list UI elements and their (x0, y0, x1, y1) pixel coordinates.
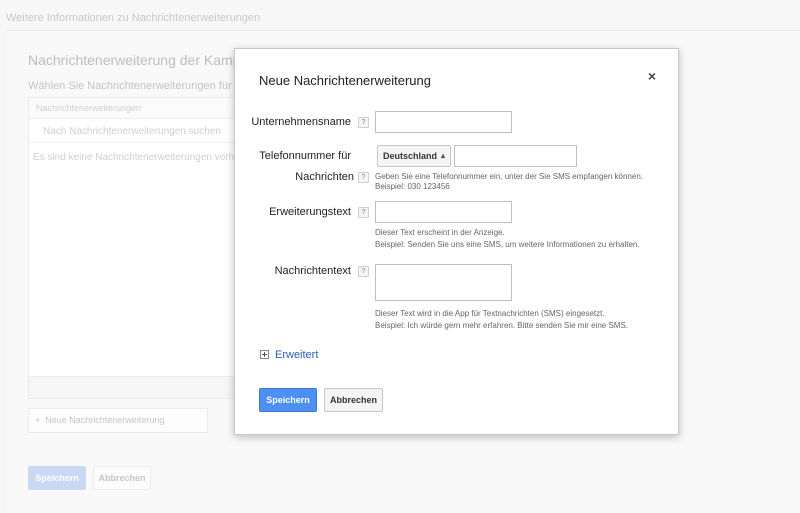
help-icon[interactable]: ? (358, 117, 369, 128)
extension-text-input[interactable] (375, 201, 512, 223)
cancel-button[interactable]: Abbrechen (324, 388, 383, 412)
message-example: Beispiel: Ich würde gern mehr erfahren. … (375, 321, 629, 330)
new-extension-label: Neue Nachrichtenerweiterung (45, 415, 165, 425)
help-icon[interactable]: ? (358, 172, 369, 183)
background-save-button[interactable]: Speichern (28, 466, 86, 490)
new-extension-button[interactable]: + Neue Nachrichtenerweiterung (28, 408, 208, 433)
country-select[interactable]: Deutschland ▴ (377, 145, 451, 167)
dialog-title: Neue Nachrichtenerweiterung (259, 73, 431, 88)
close-icon[interactable]: × (648, 68, 656, 84)
background-cancel-button[interactable]: Abbrechen (93, 466, 151, 490)
page-subtitle: Wählen Sie Nachrichtenerweiterungen für … (28, 80, 255, 92)
phone-number-input[interactable] (454, 145, 577, 167)
advanced-toggle[interactable]: Erweitert (260, 349, 318, 361)
help-icon[interactable]: ? (358, 266, 369, 277)
save-button[interactable]: Speichern (259, 388, 317, 412)
message-text-label: Nachrichtentext (274, 265, 351, 277)
message-hint: Dieser Text wird in die App für Textnach… (375, 309, 605, 318)
plus-icon: + (35, 415, 41, 425)
phone-example: Beispiel: 030 123456 (375, 182, 450, 191)
message-text-input[interactable] (375, 264, 512, 301)
advanced-label: Erweitert (275, 349, 319, 361)
phone-label: Telefonnummer für (259, 150, 351, 162)
company-name-label: Unternehmensname (251, 116, 351, 128)
extension-example: Beispiel: Senden Sie uns eine SMS, um we… (375, 240, 640, 249)
help-icon[interactable]: ? (358, 207, 369, 218)
extension-hint: Dieser Text erscheint in der Anzeige. (375, 228, 505, 237)
new-extension-dialog: Neue Nachrichtenerweiterung × Unternehme… (234, 48, 679, 435)
expand-icon (260, 350, 269, 359)
more-info-link[interactable]: Weitere Informationen zu Nachrichtenerwe… (6, 12, 260, 24)
phone-label-2: Nachrichten (295, 171, 354, 183)
country-value: Deutschland (383, 151, 438, 161)
company-name-input[interactable] (375, 111, 512, 133)
extension-text-label: Erweiterungstext (269, 206, 351, 218)
select-arrows-icon: ▴ (440, 151, 445, 160)
